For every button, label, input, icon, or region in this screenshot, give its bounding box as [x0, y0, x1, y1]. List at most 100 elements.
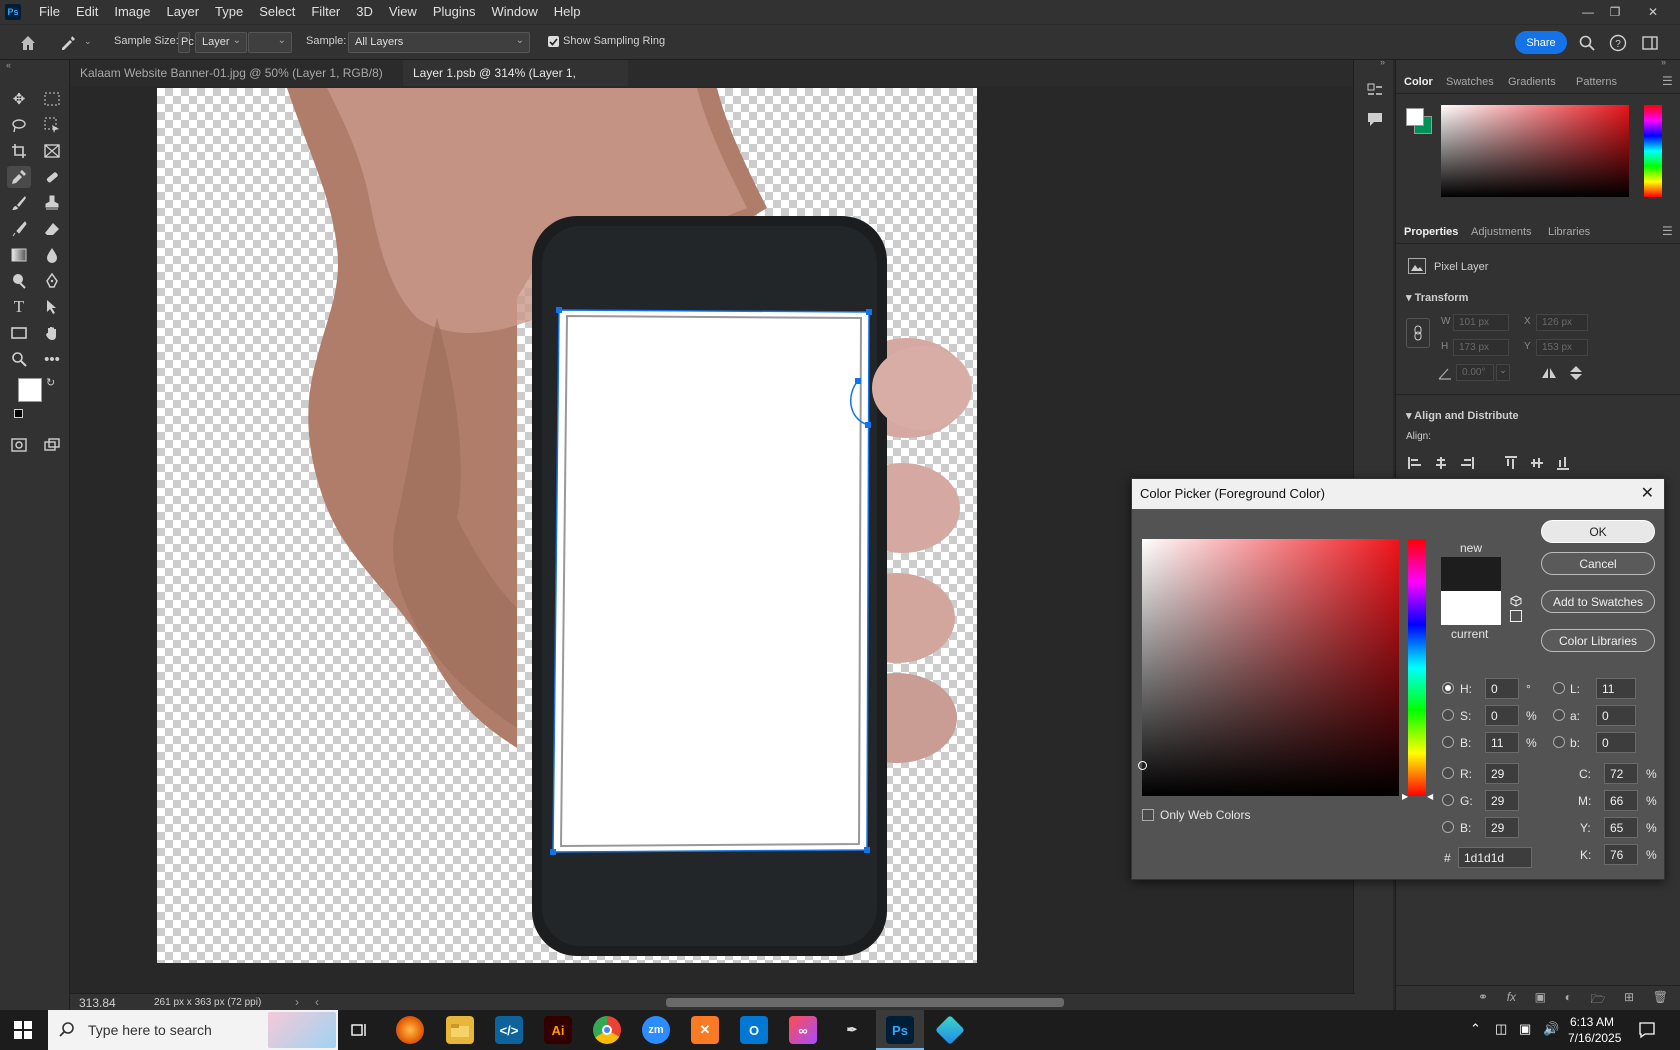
task-view-icon[interactable] — [346, 1016, 374, 1044]
new-layer-icon[interactable]: ⊞ — [1624, 990, 1634, 1006]
frame-tool-icon[interactable] — [40, 140, 64, 162]
clone-stamp-tool-icon[interactable] — [40, 192, 64, 214]
add-to-swatches-button[interactable]: Add to Swatches — [1541, 590, 1655, 613]
hue-slider-right-arrow-icon[interactable]: ◀ — [1427, 792, 1433, 801]
h-input[interactable]: 0 — [1485, 678, 1519, 699]
angle-chevron-icon[interactable]: ⌄ — [1496, 364, 1510, 381]
pen-tool-icon[interactable] — [40, 270, 64, 292]
tab-kalaam-banner[interactable]: Kalaam Website Banner-01.jpg @ 50% (Laye… — [70, 60, 400, 106]
adjustment-layer-icon[interactable]: ◐ — [1565, 990, 1572, 1006]
cancel-button[interactable]: Cancel — [1541, 552, 1655, 575]
align-right-icon[interactable] — [1460, 456, 1474, 470]
hue-slider-left-arrow-icon[interactable]: ▶ — [1402, 792, 1408, 801]
b-input[interactable]: 11 — [1485, 732, 1519, 753]
collapse-panels-icon[interactable]: » — [1661, 57, 1666, 67]
more-tools-icon[interactable]: ••• — [40, 348, 64, 370]
b-radio[interactable] — [1442, 736, 1454, 748]
sample-size-select[interactable]: Pc — [178, 32, 194, 53]
align-left-icon[interactable] — [1408, 456, 1422, 470]
align-center-icon[interactable] — [1434, 456, 1448, 470]
clock-date[interactable]: 7/16/2025 — [1568, 1031, 1621, 1045]
collapse-arrows-icon[interactable]: « — [6, 60, 11, 70]
tab-gradients[interactable]: Gradients — [1508, 76, 1556, 88]
y-field[interactable]: 153 px — [1536, 339, 1588, 356]
screen-mode-icon[interactable] — [40, 434, 64, 456]
tab-properties[interactable]: Properties — [1404, 226, 1458, 238]
ok-button[interactable]: OK — [1541, 520, 1655, 543]
vscode-icon[interactable]: </> — [495, 1016, 523, 1044]
c-input[interactable]: 72 — [1604, 763, 1638, 784]
quick-mask-icon[interactable] — [7, 434, 31, 456]
eraser-tool-icon[interactable] — [40, 218, 64, 240]
panel-menu-icon[interactable]: ☰ — [1662, 74, 1673, 88]
out-of-gamut-cube-icon[interactable] — [1510, 595, 1522, 607]
g-radio[interactable] — [1442, 794, 1454, 806]
photoshop-taskbar-active[interactable]: Ps — [876, 1010, 924, 1050]
type-tool-icon[interactable]: T — [7, 296, 31, 318]
network-icon[interactable]: ▣ — [1519, 1021, 1531, 1037]
menu-3d[interactable]: 3D — [348, 0, 381, 24]
panel-foreground-swatch[interactable] — [1406, 108, 1424, 126]
file-explorer-icon[interactable] — [446, 1016, 474, 1044]
windows-start-icon[interactable] — [14, 1021, 32, 1039]
tab-libraries[interactable]: Libraries — [1548, 226, 1590, 238]
color-picker-ring[interactable] — [1138, 761, 1147, 770]
swap-colors-icon[interactable]: ↻ — [46, 376, 55, 389]
lab-b-input[interactable]: 0 — [1596, 732, 1636, 753]
blank-select[interactable]: ⌄ — [248, 32, 292, 53]
xampp-icon[interactable]: ✕ — [691, 1016, 719, 1044]
a-input[interactable]: 0 — [1596, 705, 1636, 726]
new-group-icon[interactable]: 🗁 — [1591, 990, 1606, 1006]
dodge-tool-icon[interactable] — [7, 270, 31, 292]
creative-cloud-icon[interactable]: ∞ — [789, 1016, 817, 1044]
x-field[interactable]: 126 px — [1536, 314, 1588, 331]
delete-layer-icon[interactable]: 🗑 — [1653, 990, 1668, 1006]
zoom-level[interactable]: 313.84 — [79, 996, 116, 1010]
crop-tool-icon[interactable] — [7, 140, 31, 162]
document-canvas[interactable] — [157, 88, 977, 963]
tray-chevron-icon[interactable]: ⌃ — [1470, 1021, 1481, 1037]
r-radio[interactable] — [1442, 767, 1454, 779]
l-input[interactable]: 11 — [1596, 678, 1636, 699]
only-web-colors-checkbox[interactable] — [1142, 809, 1154, 821]
marquee-tool-icon[interactable] — [40, 88, 64, 110]
workspace-icon[interactable] — [1641, 34, 1659, 52]
scroll-left-icon[interactable]: ‹ — [315, 995, 319, 1009]
fx-icon[interactable]: fx — [1507, 990, 1516, 1006]
status-expand-icon[interactable]: › — [295, 995, 299, 1009]
s-input[interactable]: 0 — [1485, 705, 1519, 726]
menu-edit[interactable]: Edit — [68, 0, 106, 24]
notifications-icon[interactable] — [1638, 1021, 1656, 1039]
transform-section[interactable]: ▾ Transform — [1406, 291, 1468, 304]
path-selection-tool-icon[interactable] — [40, 296, 64, 318]
dialog-close-icon[interactable]: ✕ — [1641, 479, 1654, 509]
brush-tool-icon[interactable] — [7, 192, 31, 214]
expand-arrows-icon[interactable]: » — [1380, 57, 1385, 67]
illustrator-icon[interactable]: Ai — [544, 1016, 572, 1044]
g-input[interactable]: 29 — [1485, 790, 1519, 811]
a-radio[interactable] — [1553, 709, 1565, 721]
restore-icon[interactable]: ❐ — [1602, 0, 1628, 24]
lasso-tool-icon[interactable] — [7, 114, 31, 136]
zoom-tool-icon[interactable] — [7, 348, 31, 370]
hue-strip[interactable] — [1408, 539, 1426, 796]
menu-plugins[interactable]: Plugins — [425, 0, 484, 24]
menu-type[interactable]: Type — [207, 0, 251, 24]
layer-select[interactable]: Layer ⌄ — [195, 32, 247, 53]
tab-adjustments[interactable]: Adjustments — [1471, 226, 1532, 238]
hex-input[interactable]: 1d1d1d — [1458, 847, 1532, 868]
close-icon[interactable]: ✕ — [1640, 0, 1666, 24]
search-icon[interactable] — [1578, 34, 1596, 52]
help-icon[interactable]: ? — [1609, 34, 1627, 52]
foreground-color-swatch[interactable] — [18, 378, 42, 402]
saturation-brightness-field[interactable] — [1142, 539, 1399, 796]
color-field[interactable] — [1441, 105, 1629, 197]
home-icon[interactable] — [18, 33, 38, 53]
align-distribute-section[interactable]: ▾ Align and Distribute — [1406, 409, 1519, 422]
height-field[interactable]: 173 px — [1453, 339, 1509, 356]
object-selection-tool-icon[interactable] — [40, 114, 64, 136]
zoom-app-icon[interactable]: zm — [642, 1016, 670, 1044]
gradient-tool-icon[interactable] — [7, 244, 31, 266]
clock-time[interactable]: 6:13 AM — [1570, 1015, 1614, 1029]
l-radio[interactable] — [1553, 682, 1565, 694]
